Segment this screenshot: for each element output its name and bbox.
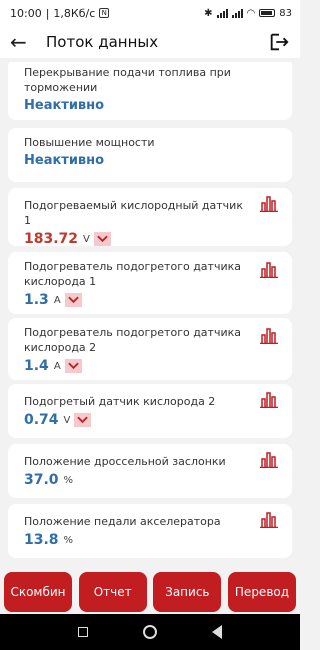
list-item: Положение дроссельной заслонки 37.0 % xyxy=(8,444,292,498)
bottom-button-bar: Скомбин Отчет Запись Перевод xyxy=(0,572,300,614)
bar-graph-icon[interactable] xyxy=(260,450,278,468)
wifi-icon: ◠ xyxy=(246,7,256,19)
item-value-row: 0.74 V xyxy=(24,412,276,428)
item-value-row: 13.8 % xyxy=(24,532,276,548)
item-value-row: 183.72 V xyxy=(24,231,276,247)
list-item: Повышение мощности Неактивно xyxy=(8,128,292,182)
list-item: Подогреватель подогретого датчика кислор… xyxy=(8,318,292,380)
home-icon[interactable] xyxy=(142,625,157,639)
item-value-row: 1.3 A xyxy=(24,292,276,308)
data-stream-list[interactable]: Перекрывание подачи топлива при торможен… xyxy=(0,62,300,572)
back-icon[interactable] xyxy=(212,625,223,639)
status-right: ✱ ◠ 83 xyxy=(204,8,292,19)
list-item: Положение педали акселератора 13.8 % xyxy=(8,504,292,558)
status-time: 10:00 xyxy=(10,6,42,20)
battery-level: 83 xyxy=(279,7,292,19)
item-unit: % xyxy=(63,534,74,546)
chevron-down-icon[interactable] xyxy=(74,413,92,427)
bar-graph-icon[interactable] xyxy=(260,194,278,212)
list-item: Подогретый датчик кислорода 2 0.74 V xyxy=(8,384,292,438)
status-sep: | xyxy=(45,6,50,20)
item-unit: V xyxy=(83,233,90,245)
item-label: Подогреваемый кислородный датчик 1 xyxy=(24,199,243,227)
item-unit: A xyxy=(53,360,61,372)
item-value-row: 1.4 A xyxy=(24,358,276,374)
bar-graph-icon[interactable] xyxy=(260,260,278,278)
nfc-icon: N xyxy=(99,8,110,18)
back-arrow-icon[interactable]: ← xyxy=(10,32,38,52)
bluetooth-icon: ✱ xyxy=(204,7,213,19)
signal-icon-2 xyxy=(231,8,243,18)
item-value: 1.3 xyxy=(24,292,49,308)
item-unit: A xyxy=(53,294,61,306)
item-value-row: 37.0 % xyxy=(24,472,276,488)
record-button[interactable]: Запись xyxy=(153,572,222,612)
chevron-down-icon[interactable] xyxy=(64,359,82,373)
signal-icon xyxy=(216,8,228,18)
item-label: Положение дроссельной заслонки xyxy=(24,455,226,468)
list-item: Подогреваемый кислородный датчик 1 183.7… xyxy=(8,188,292,247)
status-bar: 10:00 | 1,8Кб/с N ✱ ◠ 83 xyxy=(0,0,300,26)
item-value: 1.4 xyxy=(24,358,49,374)
item-label: Подогреватель подогретого датчика кислор… xyxy=(24,260,241,288)
item-value: Неактивно xyxy=(24,98,105,113)
page-title: Поток данных xyxy=(46,33,159,51)
item-value: Неактивно xyxy=(24,153,105,168)
combine-button[interactable]: Скомбин xyxy=(4,572,72,612)
bar-graph-icon[interactable] xyxy=(260,390,278,408)
item-value: 37.0 xyxy=(24,472,59,488)
item-label: Перекрывание подачи топлива при торможен… xyxy=(24,66,231,94)
item-label: Повышение мощности xyxy=(24,136,155,149)
item-label: Подогреватель подогретого датчика кислор… xyxy=(24,326,241,354)
item-value: 13.8 xyxy=(24,532,59,548)
recent-apps-icon[interactable] xyxy=(77,627,88,637)
report-button[interactable]: Отчет xyxy=(78,572,147,612)
translate-button[interactable]: Перевод xyxy=(227,572,296,612)
status-speed: 1,8Кб/с xyxy=(53,6,96,20)
bar-graph-icon[interactable] xyxy=(260,326,278,344)
item-value: 183.72 xyxy=(24,231,79,247)
item-label: Подогретый датчик кислорода 2 xyxy=(24,395,216,408)
item-label: Положение педали акселератора xyxy=(24,515,221,528)
list-item: Перекрывание подачи топлива при торможен… xyxy=(8,62,292,120)
item-unit: V xyxy=(63,414,71,426)
item-value: 0.74 xyxy=(24,412,59,428)
item-unit: % xyxy=(63,474,74,486)
system-nav-bar xyxy=(0,614,300,650)
exit-icon[interactable] xyxy=(268,31,290,53)
status-left: 10:00 | 1,8Кб/с N xyxy=(10,6,110,20)
app-bar: ← Поток данных xyxy=(0,26,300,58)
list-item: Подогреватель подогретого датчика кислор… xyxy=(8,252,292,314)
bar-graph-icon[interactable] xyxy=(260,510,278,528)
chevron-down-icon[interactable] xyxy=(64,293,82,307)
battery-icon xyxy=(259,9,276,17)
chevron-down-icon[interactable] xyxy=(93,232,111,246)
